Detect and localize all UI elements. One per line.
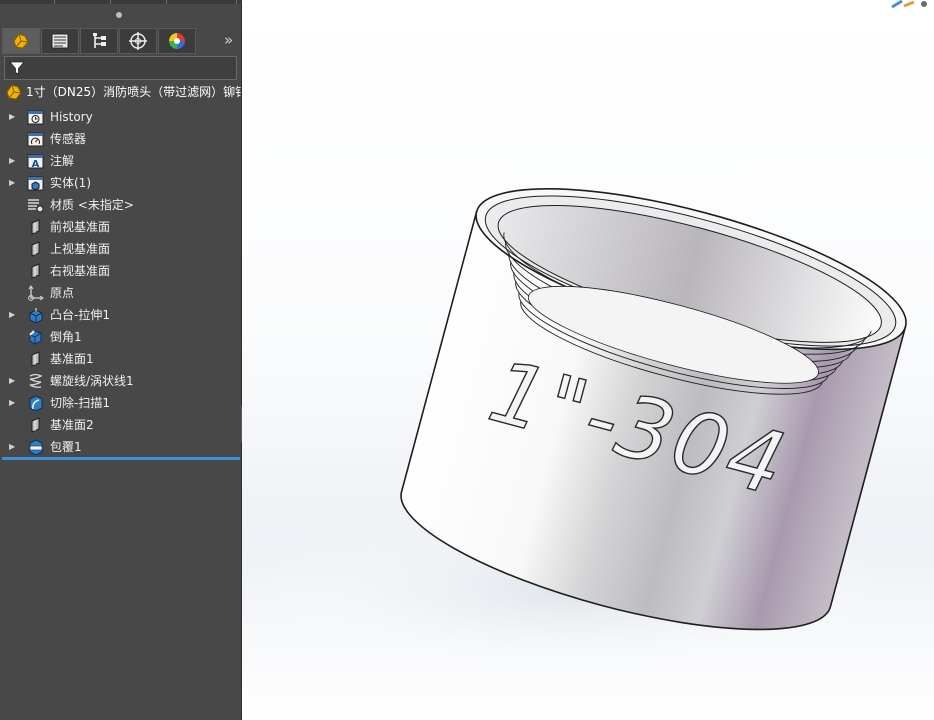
wrap-icon: [27, 439, 44, 456]
tree-item[interactable]: ▶ History: [0, 106, 241, 128]
cut-sweep-icon: [27, 395, 44, 412]
chamfer-icon: [27, 329, 44, 345]
tree-item[interactable]: 传感器: [0, 128, 241, 150]
filter-funnel-icon: [9, 61, 25, 75]
tree-item[interactable]: 右视基准面: [0, 260, 241, 282]
tree-item-label: 上视基准面: [50, 242, 111, 256]
feature-filter-input[interactable]: [4, 56, 237, 80]
expand-arrow-icon[interactable]: ▶: [9, 436, 15, 458]
plane-icon: [27, 417, 44, 433]
panel-grip[interactable]: [116, 12, 122, 18]
tree-item[interactable]: 原点: [0, 282, 241, 304]
tree-item[interactable]: ▶ 螺旋线/涡状线1: [0, 370, 241, 392]
tree-item[interactable]: 基准面2: [0, 414, 241, 436]
tree-item[interactable]: 倒角1: [0, 326, 241, 348]
tree-item-label: 基准面1: [50, 352, 94, 366]
dimxpert-tab[interactable]: [119, 28, 157, 54]
part-root-node[interactable]: 1寸（DN25）消防喷头（带过滤网）铆钉: [3, 82, 241, 102]
helix-icon: [27, 373, 44, 389]
tree-item-label: History: [50, 110, 93, 124]
manager-tabs: »: [2, 28, 239, 56]
feature-tree: ▶ History 传感器 ▶ A 注解 ▶ 实体(1) 材质 <未指定> 前视基准面上视基准面右…: [0, 106, 241, 458]
expand-arrow-icon[interactable]: ▶: [9, 392, 15, 414]
tree-item-label: 右视基准面: [50, 264, 111, 278]
part-icon: [6, 84, 22, 100]
tree-item[interactable]: ▶ 实体(1): [0, 172, 241, 194]
plane-icon: [27, 351, 44, 367]
crosshair-icon: [129, 32, 147, 50]
rollback-bar[interactable]: [2, 457, 240, 460]
appearance-sphere-icon: [169, 33, 185, 49]
tree-item-label: 切除-扫描1: [50, 396, 110, 410]
feature-manager-panel: » 1寸（DN25）消防喷头（带过滤网）铆钉 ▶ History 传感器 ▶ A 注解 ▶ 实…: [0, 4, 242, 720]
history-icon: [27, 109, 44, 125]
material-icon: [27, 197, 44, 213]
tree-item[interactable]: 基准面1: [0, 348, 241, 370]
tree-item-label: 材质 <未指定>: [50, 198, 134, 212]
expand-arrow-icon[interactable]: ▶: [9, 304, 15, 326]
tree-item[interactable]: ▶ A 注解: [0, 150, 241, 172]
tree-item-label: 螺旋线/涡状线1: [50, 374, 134, 388]
solid-bodies-icon: [27, 175, 44, 191]
tree-item-label: 包覆1: [50, 440, 82, 454]
tree-item-label: 原点: [50, 286, 75, 300]
plane-icon: [27, 263, 44, 279]
configurationmanager-tab[interactable]: [80, 28, 118, 54]
plane-icon: [27, 241, 44, 257]
expand-arrow-icon[interactable]: ▶: [9, 106, 15, 128]
tree-item-label: 倒角1: [50, 330, 82, 344]
displaymanager-tab[interactable]: [158, 28, 196, 54]
sensor-icon: [27, 131, 44, 147]
tree-item-label: 传感器: [50, 132, 87, 146]
tree-item[interactable]: ▶ 切除-扫描1: [0, 392, 241, 414]
part-icon: [13, 33, 29, 49]
featuremanager-tab[interactable]: [2, 28, 40, 54]
tree-item-label: 前视基准面: [50, 220, 111, 234]
tree-item[interactable]: ▶ 包覆1: [0, 436, 241, 458]
part-root-label: 1寸（DN25）消防喷头（带过滤网）铆钉: [26, 85, 241, 99]
expand-arrow-icon[interactable]: ▶: [9, 150, 15, 172]
tree-item-label: 注解: [50, 154, 75, 168]
svg-text:A: A: [32, 159, 40, 169]
plane-icon: [27, 219, 44, 235]
tree-item[interactable]: 上视基准面: [0, 238, 241, 260]
tree-item[interactable]: ▶ 凸台-拉伸1: [0, 304, 241, 326]
boss-extrude-icon: [27, 307, 44, 324]
tree-item[interactable]: 材质 <未指定>: [0, 194, 241, 216]
more-tabs-chevron-icon[interactable]: »: [224, 31, 233, 49]
expand-arrow-icon[interactable]: ▶: [9, 172, 15, 194]
property-list-icon: [51, 33, 69, 49]
propertymanager-tab[interactable]: [41, 28, 79, 54]
origin-icon: [27, 285, 44, 301]
annotation-icon: A: [27, 153, 44, 170]
tree-item[interactable]: 前视基准面: [0, 216, 241, 238]
tree-item-label: 实体(1): [50, 176, 91, 190]
configuration-icon: [93, 33, 106, 48]
tree-item-label: 凸台-拉伸1: [50, 308, 110, 322]
expand-arrow-icon[interactable]: ▶: [9, 370, 15, 392]
graphics-viewport[interactable]: 1"-304: [242, 0, 934, 720]
view-tools-icon[interactable]: [888, 0, 934, 8]
tree-item-label: 基准面2: [50, 418, 94, 432]
